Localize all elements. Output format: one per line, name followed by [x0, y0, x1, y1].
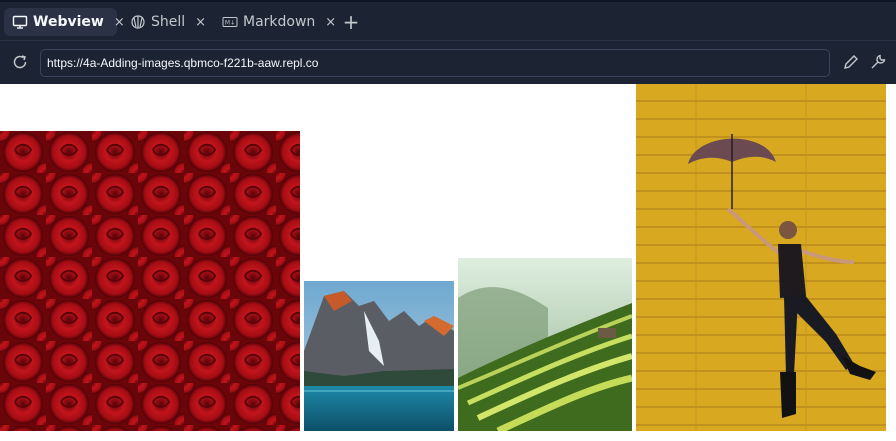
shell-icon — [130, 14, 146, 30]
tab-label: Markdown — [243, 14, 316, 30]
url-input[interactable]: https://4a-Adding-images.qbmco-f221b-aaw… — [40, 49, 830, 77]
tab-bar: Webview × Shell × M↓ Markdown × + — [0, 0, 896, 40]
url-bar: https://4a-Adding-images.qbmco-f221b-aaw… — [0, 40, 896, 84]
svg-text:M↓: M↓ — [225, 20, 235, 27]
pencil-icon[interactable] — [842, 53, 860, 71]
markdown-icon: M↓ — [222, 14, 238, 30]
new-tab-button[interactable]: + — [341, 12, 361, 32]
close-icon[interactable]: × — [325, 15, 336, 30]
rice-terraces-image — [458, 258, 632, 431]
tab-label: Shell — [151, 14, 186, 30]
red-roses-image — [0, 131, 300, 431]
monitor-icon — [12, 14, 28, 30]
close-icon[interactable]: × — [195, 15, 206, 30]
tab-markdown[interactable]: M↓ Markdown × — [214, 8, 336, 36]
mountain-lake-image — [304, 281, 454, 431]
umbrella-woman-image — [636, 84, 886, 431]
tab-shell[interactable]: Shell × — [122, 8, 212, 36]
tab-label: Webview — [33, 14, 104, 30]
tab-webview[interactable]: Webview × — [4, 8, 125, 36]
reload-icon[interactable] — [11, 53, 29, 71]
wrench-icon[interactable] — [869, 53, 887, 71]
